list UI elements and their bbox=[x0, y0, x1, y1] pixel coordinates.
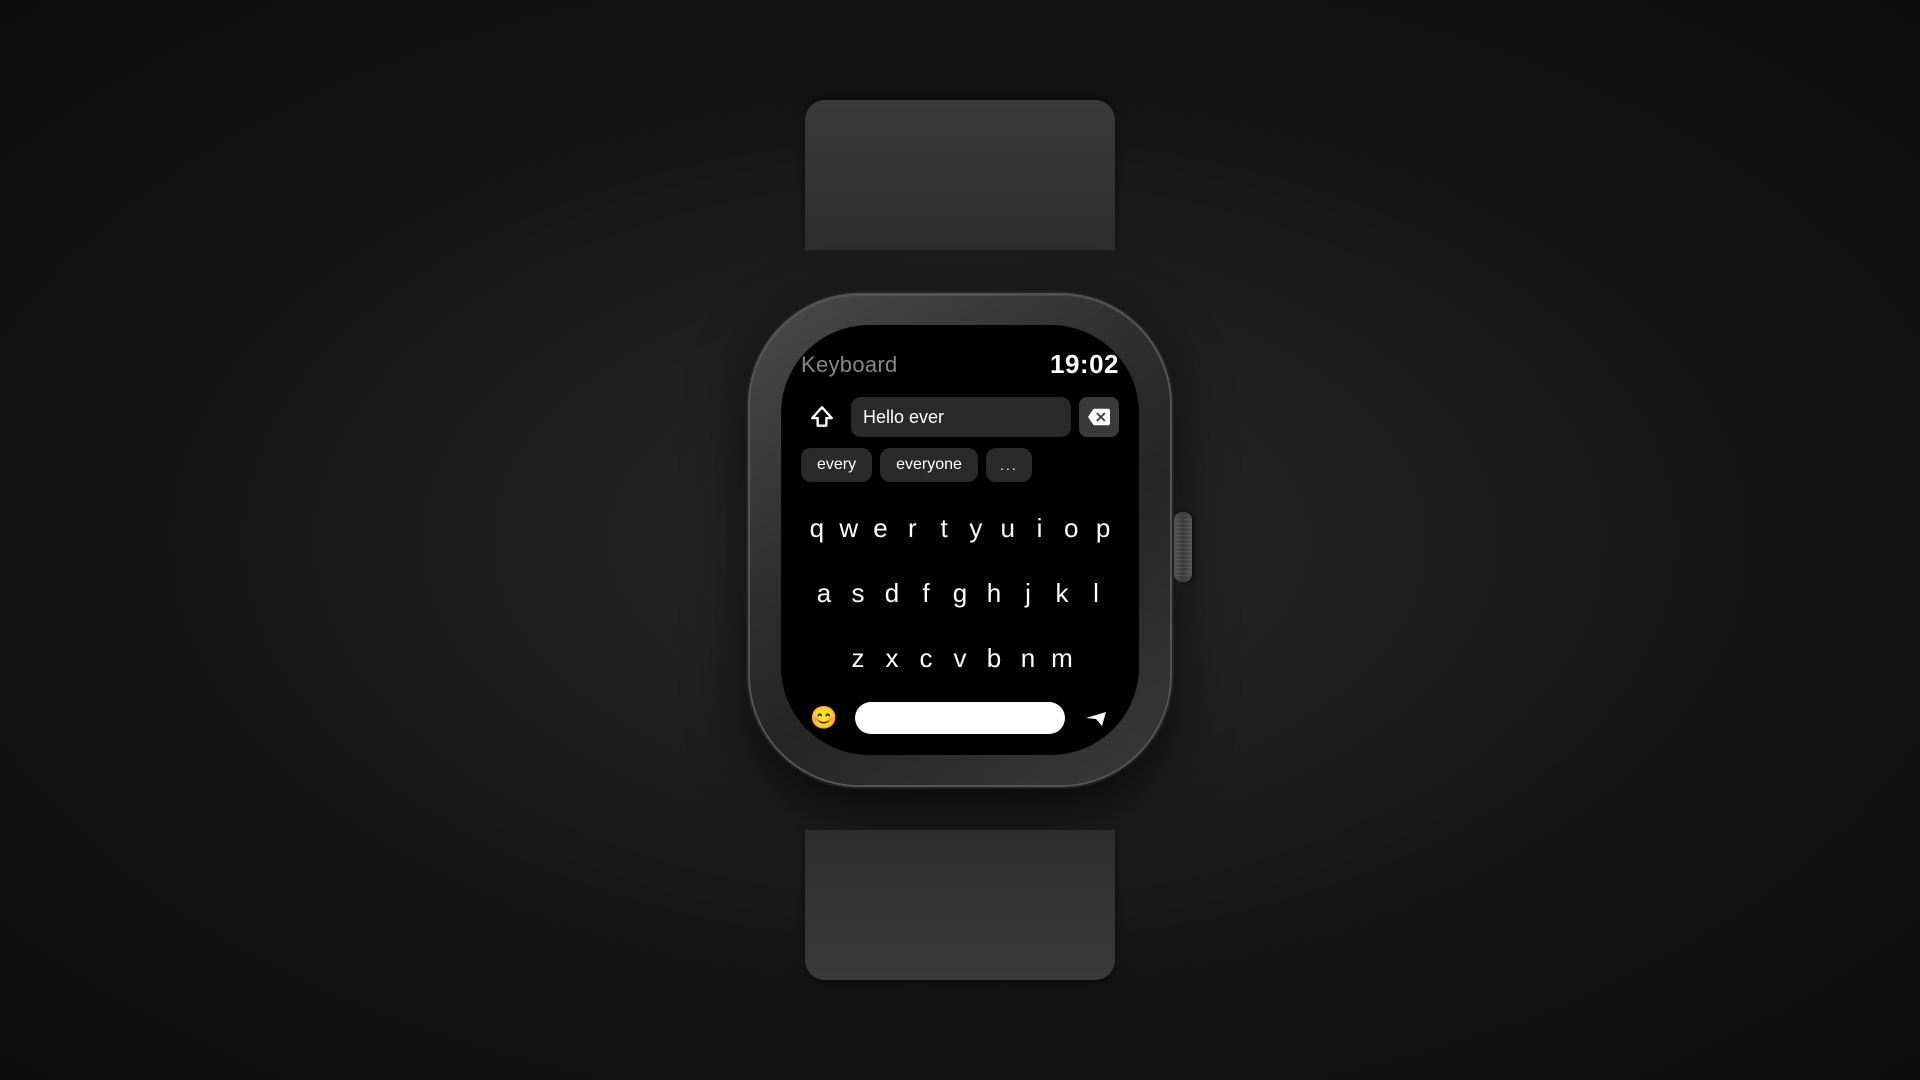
space-bar[interactable] bbox=[855, 702, 1065, 734]
input-row: Hello ever bbox=[801, 396, 1119, 438]
shift-button[interactable] bbox=[801, 396, 843, 438]
header: Keyboard 19:02 bbox=[801, 349, 1119, 380]
key-x[interactable]: x bbox=[875, 643, 909, 674]
key-r[interactable]: r bbox=[896, 513, 928, 544]
emoji-button[interactable]: 😊 bbox=[805, 699, 843, 737]
key-f[interactable]: f bbox=[909, 578, 943, 609]
key-b[interactable]: b bbox=[977, 643, 1011, 674]
key-n[interactable]: n bbox=[1011, 643, 1045, 674]
key-h[interactable]: h bbox=[977, 578, 1011, 609]
key-j[interactable]: j bbox=[1011, 578, 1045, 609]
watch-case: Keyboard 19:02 Hello ever bbox=[750, 295, 1170, 785]
text-input-field[interactable]: Hello ever bbox=[851, 397, 1071, 437]
key-i[interactable]: i bbox=[1024, 513, 1056, 544]
key-z[interactable]: z bbox=[841, 643, 875, 674]
key-d[interactable]: d bbox=[875, 578, 909, 609]
send-button[interactable] bbox=[1077, 699, 1115, 737]
keyboard-row-1: q w e r t y u i o p bbox=[801, 513, 1119, 544]
screen: Keyboard 19:02 Hello ever bbox=[781, 325, 1139, 755]
key-s[interactable]: s bbox=[841, 578, 875, 609]
app-title: Keyboard bbox=[801, 352, 898, 378]
key-a[interactable]: a bbox=[807, 578, 841, 609]
key-l[interactable]: l bbox=[1079, 578, 1113, 609]
screen-bezel: Keyboard 19:02 Hello ever bbox=[781, 325, 1139, 755]
key-e[interactable]: e bbox=[865, 513, 897, 544]
key-w[interactable]: w bbox=[833, 513, 865, 544]
key-q[interactable]: q bbox=[801, 513, 833, 544]
clock-display: 19:02 bbox=[1050, 349, 1119, 380]
keyboard-row-3: z x c v b n m bbox=[801, 643, 1119, 674]
autocomplete-every[interactable]: every bbox=[801, 448, 872, 482]
autocomplete-row: every everyone ... bbox=[801, 448, 1119, 482]
key-v[interactable]: v bbox=[943, 643, 977, 674]
emoji-icon: 😊 bbox=[810, 705, 837, 731]
autocomplete-more[interactable]: ... bbox=[986, 448, 1032, 482]
keyboard-row-2: a s d f g h j k l bbox=[801, 578, 1119, 609]
key-u[interactable]: u bbox=[992, 513, 1024, 544]
key-m[interactable]: m bbox=[1045, 643, 1079, 674]
watch-container: Keyboard 19:02 Hello ever bbox=[700, 230, 1220, 850]
backspace-button[interactable] bbox=[1079, 397, 1119, 437]
band-bottom bbox=[805, 830, 1115, 980]
autocomplete-everyone[interactable]: everyone bbox=[880, 448, 978, 482]
key-p[interactable]: p bbox=[1087, 513, 1119, 544]
key-g[interactable]: g bbox=[943, 578, 977, 609]
key-y[interactable]: y bbox=[960, 513, 992, 544]
key-c[interactable]: c bbox=[909, 643, 943, 674]
band-top bbox=[805, 100, 1115, 250]
key-o[interactable]: o bbox=[1055, 513, 1087, 544]
text-input-value: Hello ever bbox=[863, 407, 944, 428]
digital-crown[interactable] bbox=[1174, 512, 1192, 582]
keyboard: q w e r t y u i o p a s d bbox=[801, 496, 1119, 691]
bottom-toolbar: 😊 bbox=[801, 699, 1119, 737]
key-t[interactable]: t bbox=[928, 513, 960, 544]
key-k[interactable]: k bbox=[1045, 578, 1079, 609]
